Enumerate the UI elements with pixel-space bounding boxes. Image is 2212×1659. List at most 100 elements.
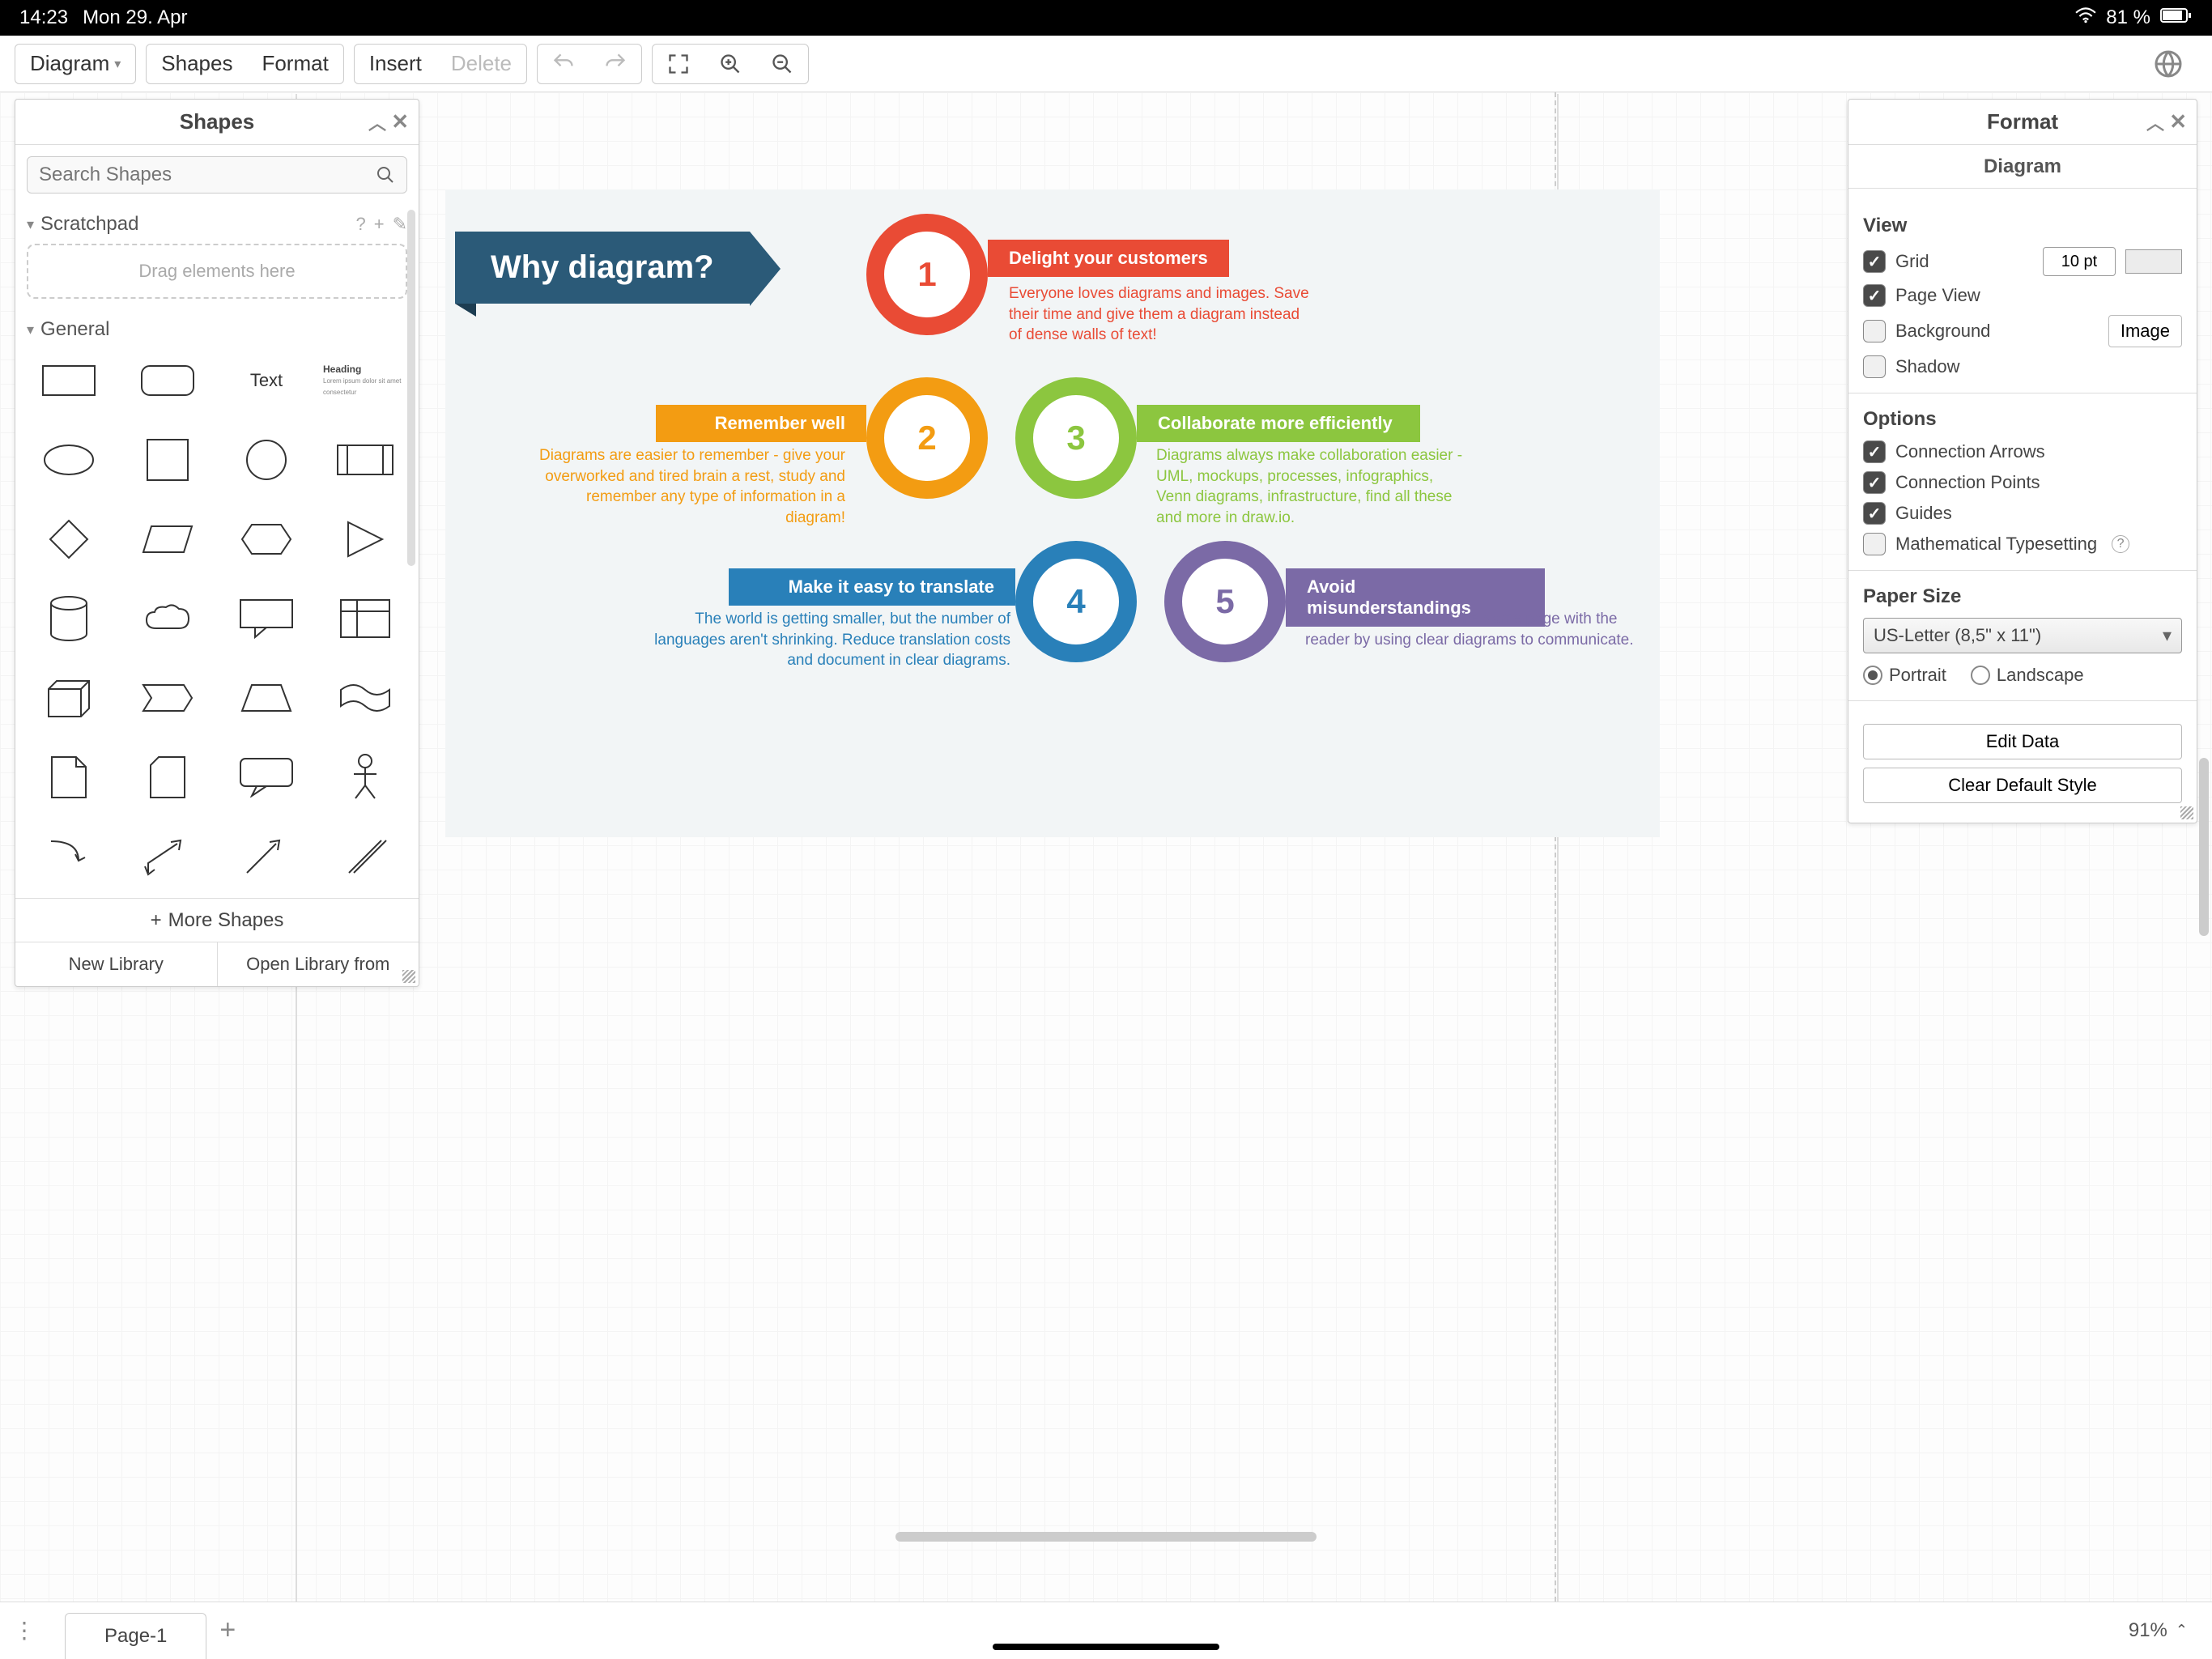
grid-checkbox[interactable] bbox=[1863, 250, 1886, 273]
background-checkbox[interactable] bbox=[1863, 320, 1886, 342]
shape-cube[interactable] bbox=[27, 668, 111, 728]
undo-button[interactable] bbox=[538, 45, 589, 83]
ring-4[interactable]: 4 bbox=[1015, 541, 1137, 662]
shadow-checkbox[interactable] bbox=[1863, 355, 1886, 378]
zoom-level[interactable]: 91% bbox=[2129, 1619, 2167, 1642]
tag-3[interactable]: Collaborate more efficiently bbox=[1137, 405, 1420, 442]
delete-button[interactable]: Delete bbox=[436, 45, 526, 83]
vertical-scrollbar[interactable] bbox=[2199, 758, 2209, 936]
grid-size-input[interactable] bbox=[2043, 247, 2116, 276]
grid-color-swatch[interactable] bbox=[2125, 249, 2182, 274]
scratchpad-dropzone[interactable]: Drag elements here bbox=[27, 244, 407, 299]
format-button[interactable]: Format bbox=[247, 45, 342, 83]
shapes-button[interactable]: Shapes bbox=[147, 45, 247, 83]
page-menu-button[interactable]: ⋮ bbox=[0, 1617, 49, 1644]
shape-process[interactable] bbox=[323, 430, 407, 490]
landscape-radio[interactable] bbox=[1971, 666, 1990, 685]
shape-actor[interactable] bbox=[323, 747, 407, 807]
shape-text[interactable]: Text bbox=[224, 351, 308, 410]
search-shapes[interactable] bbox=[27, 156, 407, 194]
paper-size-select[interactable]: US-Letter (8,5" x 11")▾ bbox=[1863, 618, 2182, 653]
shape-trapezoid[interactable] bbox=[224, 668, 308, 728]
help-icon[interactable]: ? bbox=[355, 214, 365, 235]
clear-style-button[interactable]: Clear Default Style bbox=[1863, 768, 2182, 803]
pageview-checkbox[interactable] bbox=[1863, 284, 1886, 307]
ring-1[interactable]: 1 bbox=[866, 214, 988, 335]
close-icon[interactable]: ✕ bbox=[2169, 109, 2187, 134]
shape-link[interactable] bbox=[323, 827, 407, 887]
ring-5[interactable]: 5 bbox=[1164, 541, 1286, 662]
edit-data-button[interactable]: Edit Data bbox=[1863, 724, 2182, 759]
close-icon[interactable]: ✕ bbox=[391, 109, 409, 134]
general-header[interactable]: ▾General bbox=[27, 318, 407, 341]
help-icon[interactable]: ? bbox=[2112, 535, 2129, 553]
insert-button[interactable]: Insert bbox=[355, 45, 436, 83]
shape-cylinder[interactable] bbox=[27, 589, 111, 649]
shape-hexagon[interactable] bbox=[224, 509, 308, 569]
redo-button[interactable] bbox=[589, 45, 641, 83]
diagram-content[interactable]: Why diagram? 1 2 3 4 5 Delight your cust… bbox=[445, 189, 1660, 837]
desc-1[interactable]: Everyone loves diagrams and images. Save… bbox=[1009, 283, 1317, 346]
resize-grip[interactable] bbox=[2180, 806, 2193, 819]
shape-callout2[interactable] bbox=[224, 747, 308, 807]
shape-circle[interactable] bbox=[224, 430, 308, 490]
zoom-out-button[interactable] bbox=[756, 45, 808, 83]
desc-2[interactable]: Diagrams are easier to remember - give y… bbox=[538, 445, 845, 529]
shape-card[interactable] bbox=[125, 747, 210, 807]
shape-curve[interactable] bbox=[27, 827, 111, 887]
shape-rounded-rect[interactable] bbox=[125, 351, 210, 410]
ring-2[interactable]: 2 bbox=[866, 377, 988, 499]
new-library-button[interactable]: New Library bbox=[15, 942, 218, 986]
desc-3[interactable]: Diagrams always make collaboration easie… bbox=[1156, 445, 1464, 529]
shape-arrow-bidir[interactable] bbox=[125, 827, 210, 887]
shape-arrow[interactable] bbox=[224, 827, 308, 887]
desc-5[interactable]: Make sure you are on the same page with … bbox=[1305, 609, 1645, 650]
shape-table[interactable] bbox=[323, 589, 407, 649]
page-tab[interactable]: Page-1 bbox=[65, 1613, 206, 1659]
search-input[interactable] bbox=[39, 164, 376, 186]
shape-tape[interactable] bbox=[323, 668, 407, 728]
chevron-up-icon[interactable]: ⌃ bbox=[2176, 1622, 2188, 1639]
panel-scrollbar[interactable] bbox=[407, 210, 415, 566]
collapse-icon[interactable]: ︿ bbox=[2146, 109, 2164, 135]
edit-icon[interactable]: ✎ bbox=[393, 214, 407, 235]
shape-note[interactable] bbox=[27, 747, 111, 807]
scratchpad-header[interactable]: ▾Scratchpad ?+✎ bbox=[27, 213, 407, 236]
open-library-button[interactable]: Open Library from bbox=[218, 942, 419, 986]
image-button[interactable]: Image bbox=[2108, 315, 2182, 347]
guides-checkbox[interactable] bbox=[1863, 502, 1886, 525]
pageview-label: Page View bbox=[1895, 285, 1980, 306]
shape-callout[interactable] bbox=[224, 589, 308, 649]
shape-cloud[interactable] bbox=[125, 589, 210, 649]
shape-heading[interactable]: HeadingLorem ipsum dolor sit amet consec… bbox=[323, 351, 407, 410]
resize-grip[interactable] bbox=[402, 970, 415, 983]
diagram-menu[interactable]: Diagram ▾ bbox=[15, 45, 135, 83]
conn-points-checkbox[interactable] bbox=[1863, 471, 1886, 494]
banner[interactable]: Why diagram? bbox=[455, 232, 750, 304]
add-page-button[interactable]: + bbox=[219, 1614, 236, 1646]
shape-triangle[interactable] bbox=[323, 509, 407, 569]
ring-3[interactable]: 3 bbox=[1015, 377, 1137, 499]
tag-2[interactable]: Remember well bbox=[656, 405, 866, 442]
collapse-icon[interactable]: ︿ bbox=[368, 109, 386, 135]
zoom-in-button[interactable] bbox=[704, 45, 756, 83]
fullscreen-button[interactable] bbox=[653, 45, 704, 83]
format-tab-diagram[interactable]: Diagram bbox=[1848, 145, 2197, 189]
shape-ellipse[interactable] bbox=[27, 430, 111, 490]
desc-4[interactable]: The world is getting smaller, but the nu… bbox=[646, 609, 1010, 671]
shape-rectangle[interactable] bbox=[27, 351, 111, 410]
conn-arrows-checkbox[interactable] bbox=[1863, 440, 1886, 463]
shape-square[interactable] bbox=[125, 430, 210, 490]
math-checkbox[interactable] bbox=[1863, 533, 1886, 555]
more-shapes-button[interactable]: +More Shapes bbox=[15, 898, 419, 942]
shape-parallelogram[interactable] bbox=[125, 509, 210, 569]
shape-step[interactable] bbox=[125, 668, 210, 728]
plus-icon[interactable]: + bbox=[374, 214, 385, 235]
canvas-area[interactable]: Why diagram? 1 2 3 4 5 Delight your cust… bbox=[0, 92, 2212, 1602]
portrait-radio[interactable] bbox=[1863, 666, 1882, 685]
shape-diamond[interactable] bbox=[27, 509, 111, 569]
horizontal-scrollbar[interactable] bbox=[895, 1532, 1317, 1542]
tag-1[interactable]: Delight your customers bbox=[988, 240, 1229, 277]
tag-4[interactable]: Make it easy to translate bbox=[729, 568, 1015, 606]
language-button[interactable] bbox=[2139, 42, 2197, 85]
